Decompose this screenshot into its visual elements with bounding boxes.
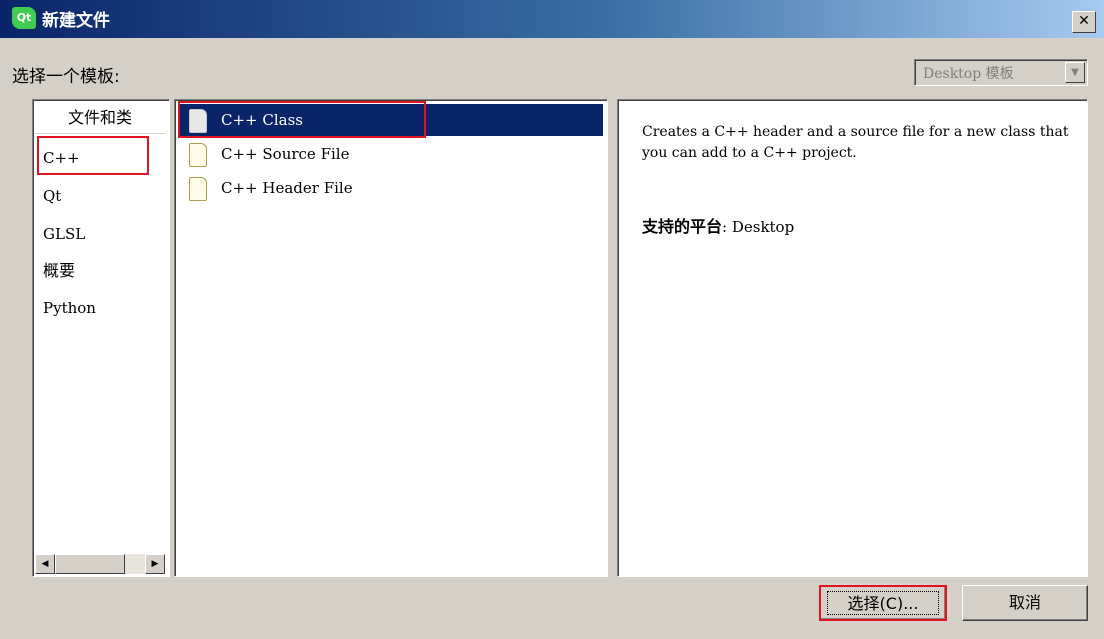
template-label: C++ Source File — [221, 145, 350, 163]
file-icon — [189, 177, 207, 201]
file-icon — [189, 143, 207, 167]
supported-platforms: 支持的平台: Desktop — [642, 213, 794, 237]
template-list: C++ Class C++ Source File C++ Header Fil… — [174, 99, 608, 577]
description-panel: Creates a C++ header and a source file f… — [617, 99, 1088, 577]
category-item-glsl[interactable]: GLSL — [43, 222, 85, 246]
category-item-python[interactable]: Python — [43, 296, 96, 320]
horizontal-scrollbar[interactable]: ◀ ▶ — [35, 554, 165, 574]
template-item-cpp-header[interactable]: C++ Header File — [179, 172, 603, 204]
window-title: 新建文件 — [42, 11, 110, 31]
scroll-left-icon[interactable]: ◀ — [35, 554, 55, 574]
cpp-highlight-box — [37, 136, 149, 175]
select-button-label: 选择(C)... — [827, 591, 939, 615]
cancel-button[interactable]: 取消 — [962, 585, 1088, 621]
platform-filter-value: Desktop 模板 — [923, 66, 1014, 82]
scroll-right-icon[interactable]: ▶ — [145, 554, 165, 574]
platform-filter-combo[interactable]: Desktop 模板 ▼ — [914, 59, 1088, 86]
choose-template-label: 选择一个模板: — [12, 67, 120, 87]
chevron-down-icon[interactable]: ▼ — [1065, 62, 1085, 83]
template-item-cpp-source[interactable]: C++ Source File — [179, 138, 603, 170]
cpp-class-highlight-box — [178, 101, 426, 138]
scroll-thumb[interactable] — [55, 554, 125, 574]
select-button[interactable]: 选择(C)... — [819, 585, 947, 621]
qt-app-icon: Qt — [12, 7, 36, 29]
template-label: C++ Header File — [221, 179, 353, 197]
platform-label: 支持的平台 — [642, 217, 723, 236]
category-header[interactable]: 文件和类 — [35, 102, 165, 134]
close-button[interactable]: ✕ — [1072, 11, 1096, 33]
category-list: 文件和类 C++ Qt GLSL 概要 Python ◀ ▶ — [32, 99, 170, 577]
platform-value: : Desktop — [722, 218, 795, 236]
title-bar: Qt 新建文件 ✕ — [0, 0, 1104, 38]
template-description: Creates a C++ header and a source file f… — [642, 124, 1069, 161]
category-item-qt[interactable]: Qt — [43, 184, 61, 208]
category-item-overview[interactable]: 概要 — [43, 259, 75, 283]
